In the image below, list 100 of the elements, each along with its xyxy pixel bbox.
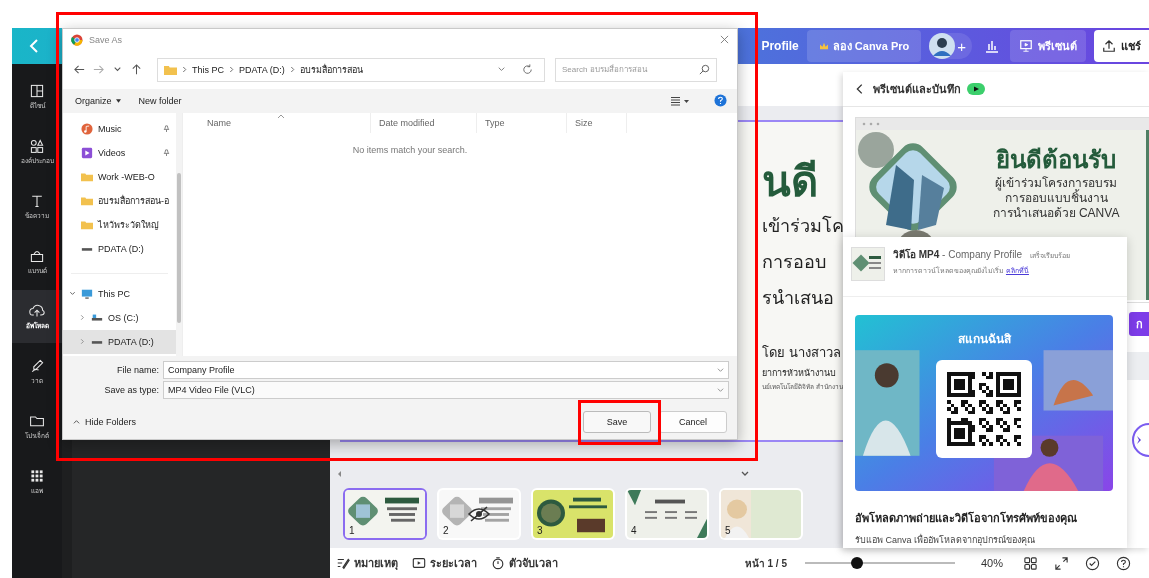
slide-number: 2	[443, 525, 449, 536]
zoom-slider-thumb[interactable]	[851, 557, 864, 569]
hide-folders-button[interactable]: Hide Folders	[73, 416, 137, 427]
slide-number: 4	[631, 525, 637, 536]
up-arrow-icon[interactable]	[130, 63, 143, 77]
pin-icon	[163, 148, 170, 156]
slide-thumbnail[interactable]: 2	[437, 488, 521, 540]
save-type-dropdown[interactable]: MP4 Video File (VLC)	[163, 381, 729, 400]
play-box-icon	[412, 556, 426, 570]
upload-icon	[1102, 39, 1116, 53]
close-icon[interactable]	[720, 35, 729, 45]
column-header[interactable]: Date modified	[371, 112, 477, 133]
sort-caret-icon	[276, 113, 285, 119]
preview-text: การออบแบบชิ้นงาน	[1004, 191, 1108, 206]
item-icon	[81, 122, 93, 135]
app-icon	[71, 33, 83, 46]
cancel-button[interactable]: Cancel	[659, 410, 727, 433]
preview-text: ผู้เข้าร่วมโครงการอบรม	[995, 176, 1117, 191]
timer-button[interactable]: ตัวจับเวลา	[491, 554, 558, 572]
preview-heading: ยินดีต้อนรับ	[996, 145, 1116, 175]
slide-text: การออบ	[762, 251, 826, 274]
refresh-icon[interactable]	[521, 63, 534, 77]
sidebar-icon	[29, 467, 45, 484]
expand-chevron-icon[interactable]	[79, 314, 86, 322]
navigation-item[interactable]: Work -WEB-O	[63, 164, 176, 189]
file-name-field[interactable]: Company Profile	[163, 361, 729, 380]
avatar[interactable]	[929, 33, 956, 59]
chart-icon[interactable]	[984, 38, 1000, 54]
notes-button[interactable]: หมายเหตุ	[336, 554, 398, 572]
window-dots-icon	[862, 122, 880, 126]
navigation-item[interactable]: PDATA (D:)	[63, 236, 176, 261]
help-icon[interactable]	[1116, 555, 1131, 571]
slide-thumbnail[interactable]: 1	[343, 488, 427, 540]
crown-icon	[818, 42, 829, 50]
zoom-percentage[interactable]: 40%	[980, 557, 1003, 569]
fullscreen-icon[interactable]	[1054, 555, 1069, 571]
tree-item[interactable]: PDATA (D:)	[63, 329, 176, 354]
upload-subtext: รับแอพ Canva เพื่ออัพโหลดจากอุปกรณ์ของคุณ	[855, 533, 1037, 547]
breadcrumb-chevron-icon	[182, 66, 187, 74]
upload-heading: อัพโหลดภาพถ่ายและวิดีโอจากโทรศัพท์ของคุณ	[855, 510, 1078, 527]
slide-byline: โดย นางสาวล	[762, 344, 841, 362]
breadcrumb-item[interactable]: PDATA (D:)	[239, 64, 285, 75]
duration-button[interactable]: ระยะเวลา	[412, 554, 477, 572]
new-folder-button[interactable]: New folder	[138, 95, 182, 106]
side-field	[1127, 352, 1149, 380]
sidebar-icon	[29, 82, 45, 99]
expand-chevron-icon[interactable]	[69, 290, 76, 298]
present-button[interactable]: พรีเซนต์	[1010, 30, 1086, 62]
view-options-icon[interactable]	[670, 95, 690, 106]
document-title[interactable]: Profile	[761, 39, 799, 53]
scroll-left-icon[interactable]	[336, 470, 344, 478]
side-action-button[interactable]: ก	[1129, 312, 1149, 336]
present-icon	[1019, 39, 1033, 53]
grid-view-icon[interactable]	[1023, 555, 1038, 571]
field-label: File name:	[115, 365, 160, 376]
search-field[interactable]: Search อบรมสื่อการสอน	[555, 57, 717, 82]
sidebar-icon	[29, 137, 45, 154]
share-button[interactable]: แชร์	[1094, 30, 1149, 62]
sidebar-icon	[29, 357, 45, 374]
tree-item[interactable]: OS (C:)	[63, 305, 176, 330]
qr-title: สแกนฉันสิ	[957, 331, 1011, 348]
slide-thumbnail[interactable]: 3	[531, 488, 615, 540]
address-bar[interactable]: This PC PDATA (D:) อบรมสื่อการสอน	[157, 57, 545, 82]
breadcrumb-chevron-icon	[289, 66, 295, 74]
hidden-eye-icon	[467, 506, 491, 522]
preview-text: การนำเสนอด้วย CANVA	[992, 206, 1120, 221]
column-header[interactable]: Name	[183, 112, 371, 133]
empty-message: No items match your search.	[352, 144, 468, 155]
page-indicator: หน้า 1 / 5	[744, 556, 787, 571]
slide-number: 3	[537, 525, 543, 536]
tree-item[interactable]: This PC	[63, 281, 176, 306]
slide-thumbnail[interactable]: 4	[625, 488, 709, 540]
chevron-up-icon	[73, 418, 80, 425]
breadcrumb-item[interactable]: อบรมสื่อการสอน	[299, 62, 363, 77]
navigation-item[interactable]: Videos	[63, 140, 176, 165]
try-pro-button[interactable]: ลอง Canva Pro	[806, 30, 922, 62]
search-icon	[698, 62, 711, 76]
organize-menu[interactable]: Organize	[75, 95, 121, 106]
breadcrumb-item[interactable]: This PC	[192, 64, 224, 75]
video-icon	[967, 83, 985, 95]
notes-icon	[336, 556, 350, 570]
navigation-item[interactable]: Music	[63, 116, 176, 141]
sidebar-icon	[29, 302, 45, 319]
item-icon	[81, 146, 93, 159]
slide-number: 5	[725, 525, 731, 536]
column-header[interactable]: Size	[567, 112, 627, 133]
navigation-item[interactable]: ไหว้พระวัดใหญ่	[63, 212, 176, 237]
slide-role: ยาการหัวหน้างานบ	[762, 367, 836, 380]
video-thumbnail-drawing	[851, 247, 885, 281]
field-label: Save as type:	[103, 385, 160, 396]
dialog-title: Save As	[89, 34, 123, 45]
save-button[interactable]: Save	[583, 410, 651, 433]
collapse-icon[interactable]	[740, 470, 750, 478]
navigation-item[interactable]: อบรมสื่อการสอน-อ	[63, 188, 176, 213]
add-people-button[interactable]: +	[957, 37, 966, 55]
slide-thumbnail[interactable]: 5	[719, 488, 803, 540]
breadcrumb-chevron-icon	[229, 66, 234, 74]
check-circle-icon[interactable]	[1085, 555, 1100, 571]
computer-icon	[81, 287, 93, 300]
column-header[interactable]: Type	[477, 112, 567, 133]
